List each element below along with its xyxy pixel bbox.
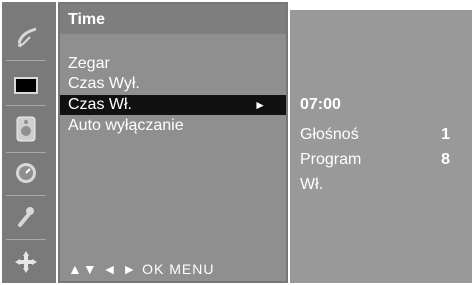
menu-item-czas-wl[interactable]: Czas Wł. ► [60, 95, 286, 115]
rail-separator [6, 152, 46, 153]
time-menu-panel: Time Zegar Czas Wył. Czas Wł. ► Auto wył… [58, 2, 288, 283]
menu-item-auto-wylaczanie[interactable]: Auto wyłączanie [60, 116, 286, 136]
left-menu-rail [2, 2, 56, 283]
screen-icon[interactable] [8, 70, 44, 100]
navigation-hint: ▲▼ ◄ ► OK MENU [68, 261, 215, 277]
menu-item-label: Czas Wł. [68, 96, 132, 113]
volume-label: Głośnoś [300, 126, 359, 143]
time-detail-panel: 07:00 Głośnoś 1 Program 8 Wł. [290, 10, 472, 283]
key-icon[interactable] [8, 202, 44, 232]
rail-separator [6, 239, 46, 240]
move-icon[interactable] [8, 247, 44, 277]
submenu-arrow-icon: ► [254, 98, 266, 112]
menu-item-label: Auto wyłączanie [68, 117, 184, 134]
rail-separator [6, 195, 46, 196]
menu-item-label: Zegar [68, 55, 110, 72]
menu-item-label: Czas Wył. [68, 75, 140, 92]
menu-title: Time [60, 4, 286, 34]
speaker-icon[interactable] [8, 114, 44, 144]
volume-value: 1 [441, 126, 450, 143]
menu-item-czas-wyl[interactable]: Czas Wył. [60, 74, 286, 94]
clock-icon[interactable] [8, 158, 44, 188]
time-value: 07:00 [300, 96, 341, 113]
rail-separator [6, 60, 46, 61]
program-label: Program [300, 151, 362, 168]
satellite-icon[interactable] [8, 22, 44, 52]
state-label: Wł. [300, 176, 324, 193]
rail-separator [6, 105, 46, 106]
menu-item-zegar[interactable]: Zegar [60, 54, 286, 74]
program-value: 8 [441, 151, 450, 168]
